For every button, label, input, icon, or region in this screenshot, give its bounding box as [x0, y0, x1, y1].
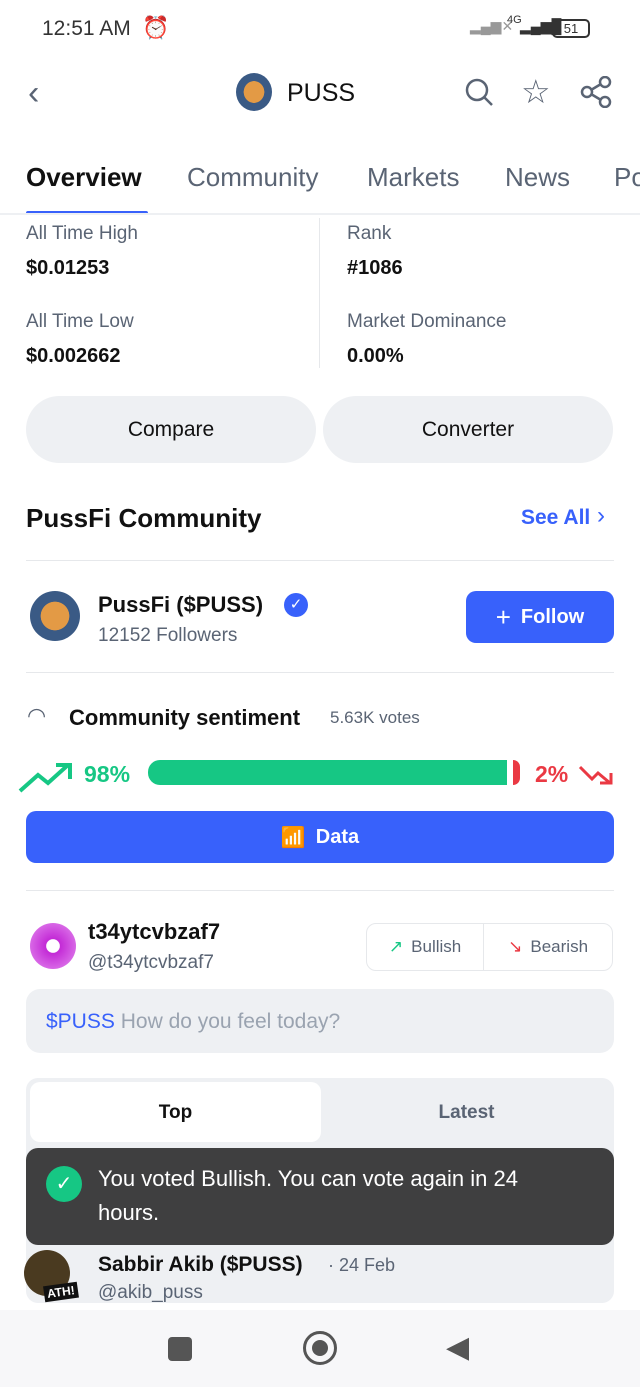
trend-up-icon	[18, 763, 72, 793]
battery-icon: 51	[552, 19, 590, 38]
post-author: Sabbir Akib ($PUSS)	[98, 1253, 303, 1276]
tab-more[interactable]: Po	[614, 162, 640, 193]
bearish-label: Bearish	[530, 937, 589, 956]
dominance-label: Market Dominance	[347, 311, 507, 332]
chart-icon: 📶	[280, 826, 306, 849]
tab-latest[interactable]: Latest	[321, 1082, 612, 1142]
trend-up-icon: ↗	[388, 937, 404, 956]
tab-markets[interactable]: Markets	[367, 162, 459, 193]
vote-toggle: ↗ Bullish ↘ Bearish	[366, 923, 613, 971]
search-icon[interactable]	[464, 77, 494, 107]
tab-news[interactable]: News	[505, 162, 570, 193]
sentiment-bar	[148, 760, 520, 785]
atl-label: All Time Low	[26, 311, 134, 332]
atl-value: $0.002662	[26, 345, 121, 367]
follow-button[interactable]: + Follow	[466, 591, 614, 643]
community-name: PussFi ($PUSS)	[98, 592, 264, 617]
toast: ✓ You voted Bullish. You can vote again …	[26, 1148, 614, 1245]
tab-overview[interactable]: Overview	[26, 162, 142, 193]
votes-count: 5.63K votes	[330, 708, 420, 727]
community-avatar	[30, 591, 80, 641]
divider	[26, 560, 614, 561]
rank-label: Rank	[347, 223, 392, 244]
share-icon[interactable]	[580, 76, 612, 108]
user-handle: @t34ytcvbzaf7	[88, 952, 214, 973]
sentiment-title: Community sentiment	[69, 705, 301, 730]
trend-down-icon	[578, 765, 613, 785]
post-placeholder: How do you feel today?	[120, 1010, 341, 1033]
followers-count: 12152 Followers	[98, 625, 238, 646]
user-name: t34ytcvbzaf7	[88, 919, 221, 944]
data-label: Data	[315, 825, 360, 848]
bullish-bar	[148, 760, 507, 785]
bearish-bar	[512, 760, 520, 785]
trend-down-icon: ↘	[508, 937, 523, 956]
nav-bar: ◀	[0, 1310, 640, 1387]
plus-icon: +	[495, 601, 511, 632]
compare-button[interactable]: Compare	[26, 396, 316, 463]
community-title: PussFi Community	[26, 503, 262, 533]
status-bar: 12:51 AM ⏰ ▂▄▆✕ 4G ▂▄▆█ 51	[0, 0, 640, 58]
rank-value: #1086	[347, 257, 403, 279]
bullish-percent: 98%	[84, 761, 131, 787]
bearish-percent: 2%	[535, 761, 569, 787]
recents-icon[interactable]	[168, 1337, 192, 1361]
chevron-left-icon[interactable]: ‹	[28, 74, 39, 113]
gauge-icon: ◠	[27, 703, 47, 728]
post-handle: @akib_puss	[98, 1282, 203, 1303]
user-avatar	[30, 923, 76, 969]
divider	[0, 213, 640, 215]
divider	[319, 218, 320, 368]
bearish-button[interactable]: ↘ Bearish	[484, 924, 612, 970]
home-icon[interactable]	[303, 1331, 337, 1365]
check-icon: ✓	[46, 1166, 82, 1202]
back-icon[interactable]: ◀	[446, 1330, 469, 1365]
chevron-right-icon: ›	[597, 502, 605, 529]
post-input[interactable]: $PUSS How do you feel today?	[26, 989, 614, 1053]
alarm-icon: ⏰	[142, 15, 170, 40]
clock: 12:51 AM	[42, 17, 131, 40]
verified-icon: ✓	[284, 593, 308, 617]
ath-value: $0.01253	[26, 257, 110, 279]
bullish-label: Bullish	[411, 937, 462, 956]
see-all-link[interactable]: See All	[521, 506, 590, 530]
toast-message: You voted Bullish. You can vote again in…	[98, 1166, 518, 1225]
tab-community[interactable]: Community	[187, 162, 318, 193]
ticker-tag: $PUSS	[46, 1010, 115, 1033]
converter-button[interactable]: Converter	[323, 396, 613, 463]
post-date: · 24 Feb	[328, 1255, 396, 1275]
coin-logo	[236, 73, 272, 111]
bullish-button[interactable]: ↗ Bullish	[367, 924, 485, 970]
divider	[26, 890, 614, 891]
star-icon[interactable]: ☆	[521, 72, 551, 111]
dominance-value: 0.00%	[347, 345, 404, 367]
data-button[interactable]: 📶 Data	[26, 811, 614, 863]
divider	[26, 672, 614, 673]
page-title: PUSS	[287, 79, 356, 107]
ath-label: All Time High	[26, 223, 138, 244]
tab-top[interactable]: Top	[30, 1082, 321, 1142]
follow-label: Follow	[520, 605, 585, 628]
